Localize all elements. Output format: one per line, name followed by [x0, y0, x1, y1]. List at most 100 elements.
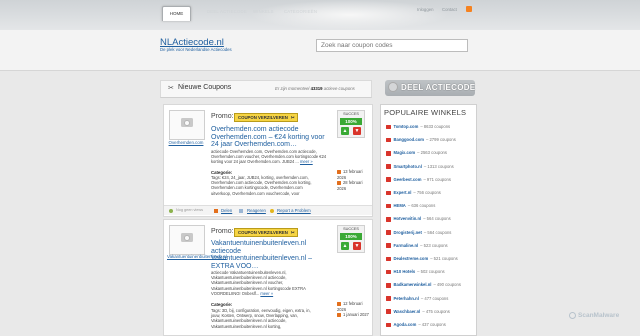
shop-icon	[386, 203, 391, 209]
popular-shop-name[interactable]: Drogisterij.net	[394, 230, 422, 235]
redeem-label: COUPON VERZILVEREN	[238, 230, 288, 235]
shop-icon	[386, 269, 391, 275]
popular-shop-name[interactable]: H10 Hotels	[394, 269, 416, 274]
comment-icon	[239, 208, 243, 213]
popular-shop-name[interactable]: Waschbaer.nl	[394, 309, 421, 314]
popular-shop-item[interactable]: Expert.nl – 756 coupons	[386, 190, 441, 196]
popular-shop-count: – 502 coupons	[417, 269, 445, 275]
top-glow	[250, 0, 450, 30]
date-range: 13 februari 2026 28 februari 2026	[337, 169, 372, 191]
popular-shop-item[interactable]: Geerbest.com – 971 coupons	[386, 177, 451, 182]
popular-shop-count: – 1313 coupons	[423, 163, 454, 169]
rss-icon[interactable]	[466, 6, 472, 12]
tag-list: Tags: 3D, bij, configuration, eenvoudig,…	[211, 308, 311, 329]
login-link[interactable]: Inloggen	[417, 7, 434, 12]
redeem-coupon-button[interactable]: COUPON VERZILVEREN ✂	[234, 228, 299, 237]
popular-shop-item[interactable]: Smartphoto.nl – 1313 coupons	[386, 164, 454, 169]
share-coupon-link[interactable]: DEEL ACTIECODE	[401, 83, 475, 92]
popular-shop-name[interactable]: Geerbest.com	[394, 177, 422, 182]
popular-shop-name[interactable]: Tomtop.com	[394, 124, 419, 129]
coupon-card: Overhemden.com Promo: COUPON VERZILVEREN…	[163, 104, 373, 217]
shop-icon	[386, 124, 391, 130]
shop-thumbnail[interactable]	[169, 110, 205, 140]
thumbs-up-icon[interactable]: ▲	[341, 127, 349, 135]
calendar-icon	[337, 301, 341, 306]
shop-icon	[386, 151, 391, 156]
success-box: SUCCES 100% ▲ ▼	[337, 110, 365, 138]
popular-shop-name[interactable]: Agoda.com	[394, 322, 417, 327]
popular-shop-item[interactable]: Waschbaer.nl – 475 coupons	[386, 309, 450, 314]
scanmalware-watermark: ScanMalware	[578, 312, 620, 319]
share-coupon-icon[interactable]	[388, 82, 398, 92]
popular-shop-name[interactable]: Magix.com	[394, 150, 416, 155]
popular-shop-count: – 475 coupons	[422, 308, 450, 314]
shop-link[interactable]: Vakantuentuinenbuitenleven.nl	[167, 254, 227, 259]
read-more-link[interactable]: meer »	[300, 159, 313, 164]
counter-value: 43319	[310, 86, 323, 91]
popular-shop-item[interactable]: Hotvenvitin.nl – 564 coupons	[386, 216, 451, 222]
section-title: Nieuwe Coupons	[178, 84, 232, 91]
popular-shop-name[interactable]: Farmaline.nl	[394, 243, 419, 248]
tag-list: Tags: €24, 24_jaar, JUB24, korting, over…	[211, 175, 312, 196]
share-link[interactable]: Delen	[221, 208, 232, 213]
popular-shop-count: – 477 coupons	[420, 295, 449, 301]
popular-shop-item[interactable]: Drogisterij.net – 564 coupons	[386, 230, 451, 235]
camera-icon	[181, 233, 193, 242]
popular-shop-item[interactable]: Dealextreme.com – 521 coupons	[386, 256, 458, 262]
redeem-coupon-button[interactable]: COUPON VERZILVEREN ✂	[234, 113, 299, 122]
thumbs-down-icon[interactable]: ▼	[353, 127, 361, 135]
nav-winkels[interactable]: Winkels	[253, 9, 274, 14]
success-label: SUCCES	[343, 112, 359, 116]
popular-shop-item[interactable]: Magix.com – 2563 coupons	[386, 150, 447, 156]
popular-shop-name[interactable]: HEMA	[394, 203, 406, 208]
popular-shop-item[interactable]: Peterhahn.nl – 477 coupons	[386, 296, 448, 301]
popular-shop-item[interactable]: Tomtop.com – 8633 coupons	[386, 124, 450, 130]
scanmalware-logo-icon	[569, 312, 576, 319]
popular-shop-name[interactable]: Peterhahn.nl	[394, 296, 419, 301]
read-more-link[interactable]: meer »	[260, 291, 273, 296]
counter-prefix: Er zijn momenteel	[275, 86, 310, 91]
popular-shop-count: – 564 coupons	[423, 216, 451, 222]
popular-shop-name[interactable]: Badkamerwinkel.nl	[394, 282, 432, 287]
shop-icon	[386, 164, 391, 169]
coupon-title[interactable]: Overhemden.com actiecode Overhemden.com …	[211, 126, 333, 149]
thumbs-down-icon[interactable]: ▼	[353, 242, 361, 250]
shop-link[interactable]: Overhemden.com	[167, 140, 205, 145]
popular-shop-name[interactable]: Banggood.com	[394, 137, 424, 142]
popular-shop-item[interactable]: Banggood.com – 2799 coupons	[386, 137, 456, 143]
coupon-title[interactable]: Vakantuentuinenbuitenleven.nl actiecode …	[211, 240, 333, 270]
success-percentage: 100%	[340, 233, 362, 240]
shop-thumbnail[interactable]	[169, 225, 205, 255]
coupon-description: actiecode Vakantuentuinenbuitenleven.nl,…	[211, 270, 333, 296]
nav-home[interactable]: HOME	[162, 6, 191, 21]
scissors-icon: ✂	[290, 115, 295, 120]
report-problem-link[interactable]: Report a Problem	[277, 208, 311, 213]
comment-link[interactable]: Reageren	[247, 208, 266, 213]
popular-shop-item[interactable]: Farmaline.nl – 523 coupons	[386, 243, 448, 248]
counter-suffix: actieve coupons	[323, 86, 355, 91]
shop-icon	[386, 322, 391, 328]
popular-shop-name[interactable]: Expert.nl	[394, 190, 412, 195]
thumbs-up-icon[interactable]: ▲	[341, 242, 349, 250]
popular-shop-name[interactable]: Hotvenvitin.nl	[394, 216, 422, 221]
popular-shop-item[interactable]: Agoda.com – 437 coupons	[386, 322, 446, 328]
views-icon	[169, 208, 173, 213]
shop-icon	[386, 309, 391, 314]
popular-shop-item[interactable]: Badkamerwinkel.nl – 490 coupons	[386, 282, 461, 288]
popular-shop-name[interactable]: Dealextreme.com	[394, 256, 429, 261]
search-input[interactable]	[316, 39, 468, 52]
nav-deel-actiecode[interactable]: Deel Actiecode	[207, 9, 247, 14]
promo-label: Promo:	[211, 113, 234, 120]
shop-icon	[386, 256, 391, 262]
contact-link[interactable]: Contact	[442, 7, 457, 12]
shop-icon	[386, 190, 391, 196]
calendar-icon	[337, 169, 341, 174]
popular-shop-item[interactable]: HEMA – 636 coupons	[386, 203, 435, 209]
popular-shop-count: – 756 coupons	[413, 190, 441, 195]
site-tagline: De plek voor Nederlandse Actiecodes	[160, 47, 232, 52]
popular-shop-count: – 2799 coupons	[425, 137, 456, 143]
popular-shop-item[interactable]: H10 Hotels – 502 coupons	[386, 269, 445, 275]
nav-categorieen[interactable]: Categorieën	[284, 9, 317, 14]
coupon-counter: Er zijn momenteel 43319 actieve coupons	[275, 86, 355, 91]
popular-shop-name[interactable]: Smartphoto.nl	[394, 164, 422, 169]
